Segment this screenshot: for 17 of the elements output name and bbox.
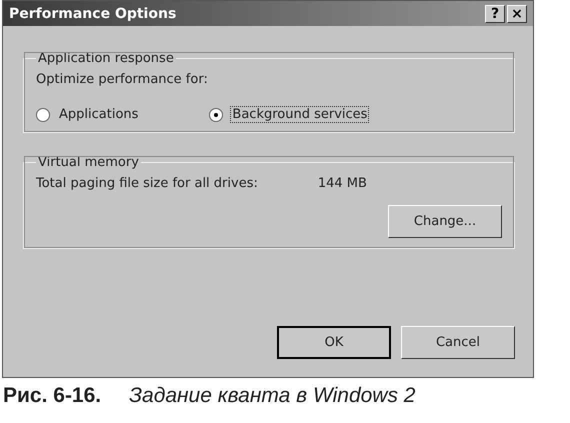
- ok-button[interactable]: OK: [277, 326, 391, 359]
- prompt-label: Optimize performance for:: [36, 72, 209, 87]
- window-title: Performance Options: [9, 6, 178, 22]
- close-button[interactable]: ×: [507, 4, 527, 22]
- radio-label[interactable]: Applications: [58, 107, 140, 122]
- paging-size-value: 144 MB: [318, 176, 367, 191]
- radio-button[interactable]: [36, 108, 50, 122]
- radio-label[interactable]: Background services: [231, 107, 368, 122]
- figure-number: Рис. 6-16.: [3, 384, 102, 408]
- figure-caption: Задание кванта в Windows 2: [129, 384, 416, 408]
- group-title: Virtual memory: [37, 155, 140, 170]
- help-button[interactable]: ?: [485, 4, 505, 22]
- cancel-button[interactable]: Cancel: [401, 326, 515, 359]
- paging-size-label: Total paging file size for all drives:: [36, 176, 258, 191]
- radio-button[interactable]: [209, 108, 224, 122]
- change-button[interactable]: Change...: [388, 205, 502, 238]
- group-title: Application response: [37, 51, 175, 66]
